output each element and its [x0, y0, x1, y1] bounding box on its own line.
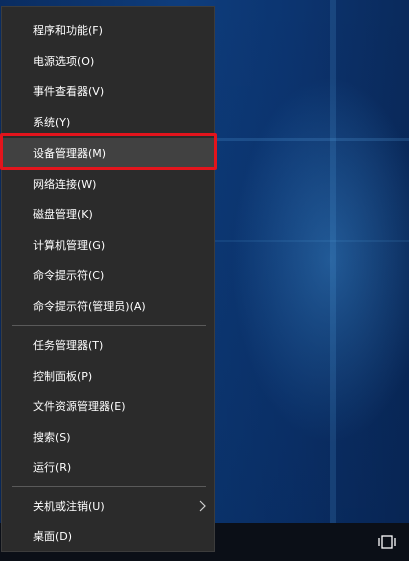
chevron-right-icon	[199, 500, 206, 512]
menu-item-desktop[interactable]: 桌面(D)	[2, 521, 214, 551]
menu-item-disk-management[interactable]: 磁盘管理(K)	[2, 199, 214, 229]
menu-item-computer-management[interactable]: 计算机管理(G)	[2, 230, 214, 260]
menu-item-label: 运行(R)	[33, 461, 72, 474]
highlight-annotation-box	[0, 133, 217, 170]
menu-item-label: 任务管理器(T)	[33, 339, 104, 352]
menu-item-label: 关机或注销(U)	[33, 500, 105, 513]
menu-item-label: 网络连接(W)	[33, 178, 97, 191]
menu-separator	[12, 486, 206, 487]
menu-item-shutdown-signout[interactable]: 关机或注销(U)	[2, 491, 214, 521]
menu-item-label: 系统(Y)	[33, 116, 71, 129]
action-center-button[interactable]	[365, 523, 409, 561]
menu-item-label: 磁盘管理(K)	[33, 208, 93, 221]
menu-item-label: 搜索(S)	[33, 431, 71, 444]
winx-context-menu: 程序和功能(F) 电源选项(O) 事件查看器(V) 系统(Y) 设备管理器(M)…	[1, 6, 215, 552]
menu-item-label: 计算机管理(G)	[33, 239, 106, 252]
menu-item-label: 命令提示符(管理员)(A)	[33, 300, 146, 313]
menu-item-network-connections[interactable]: 网络连接(W)	[2, 169, 214, 199]
menu-item-power-options[interactable]: 电源选项(O)	[2, 46, 214, 76]
menu-item-command-prompt[interactable]: 命令提示符(C)	[2, 260, 214, 290]
menu-item-label: 文件资源管理器(E)	[33, 400, 126, 413]
menu-item-label: 程序和功能(F)	[33, 24, 103, 37]
menu-item-label: 桌面(D)	[33, 530, 73, 543]
menu-item-event-viewer[interactable]: 事件查看器(V)	[2, 76, 214, 106]
menu-item-file-explorer[interactable]: 文件资源管理器(E)	[2, 391, 214, 421]
wallpaper-light-beam	[215, 138, 409, 141]
menu-item-command-prompt-admin[interactable]: 命令提示符(管理员)(A)	[2, 291, 214, 321]
menu-item-programs-features[interactable]: 程序和功能(F)	[2, 15, 214, 45]
wallpaper-light-beam	[330, 0, 336, 523]
menu-item-task-manager[interactable]: 任务管理器(T)	[2, 330, 214, 360]
menu-item-label: 控制面板(P)	[33, 370, 93, 383]
menu-item-label: 命令提示符(C)	[33, 269, 105, 282]
menu-item-label: 事件查看器(V)	[33, 85, 105, 98]
wallpaper-light-beam	[215, 240, 409, 242]
menu-item-label: 电源选项(O)	[33, 55, 95, 68]
menu-separator	[12, 325, 206, 326]
action-center-icon	[378, 535, 396, 549]
menu-item-run[interactable]: 运行(R)	[2, 452, 214, 482]
menu-item-control-panel[interactable]: 控制面板(P)	[2, 361, 214, 391]
menu-item-search[interactable]: 搜索(S)	[2, 422, 214, 452]
